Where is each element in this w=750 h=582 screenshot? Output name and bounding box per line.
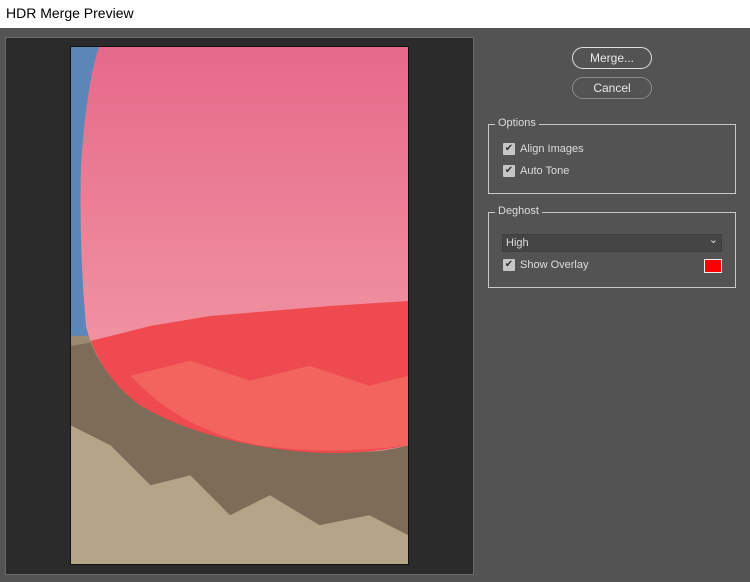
deghost-title: Deghost bbox=[495, 205, 542, 217]
window-title: HDR Merge Preview bbox=[0, 0, 750, 28]
check-icon: ✔ bbox=[503, 143, 515, 155]
align-images-label: Align Images bbox=[520, 143, 584, 155]
show-overlay-label: Show Overlay bbox=[520, 259, 589, 271]
auto-tone-checkbox[interactable]: ✔ Auto Tone bbox=[503, 165, 569, 177]
overlay-color-swatch[interactable] bbox=[704, 259, 722, 273]
deghost-level-value: High bbox=[506, 237, 529, 249]
chevron-down-icon: ⌄ bbox=[708, 234, 718, 246]
check-icon: ✔ bbox=[503, 259, 515, 271]
cancel-button[interactable]: Cancel bbox=[572, 77, 652, 99]
merge-button[interactable]: Merge... bbox=[572, 47, 652, 69]
align-images-checkbox[interactable]: ✔ Align Images bbox=[503, 143, 584, 155]
options-title: Options bbox=[495, 117, 539, 129]
options-group: Options ✔ Align Images ✔ Auto Tone bbox=[488, 117, 736, 194]
show-overlay-checkbox[interactable]: ✔ Show Overlay bbox=[503, 259, 588, 271]
preview-image bbox=[70, 46, 409, 565]
deghost-group: Deghost High ⌄ ✔ Show Overlay bbox=[488, 205, 736, 288]
auto-tone-label: Auto Tone bbox=[520, 165, 570, 177]
deghost-level-select[interactable]: High ⌄ bbox=[502, 234, 722, 252]
check-icon: ✔ bbox=[503, 165, 515, 177]
preview-panel bbox=[5, 37, 474, 575]
